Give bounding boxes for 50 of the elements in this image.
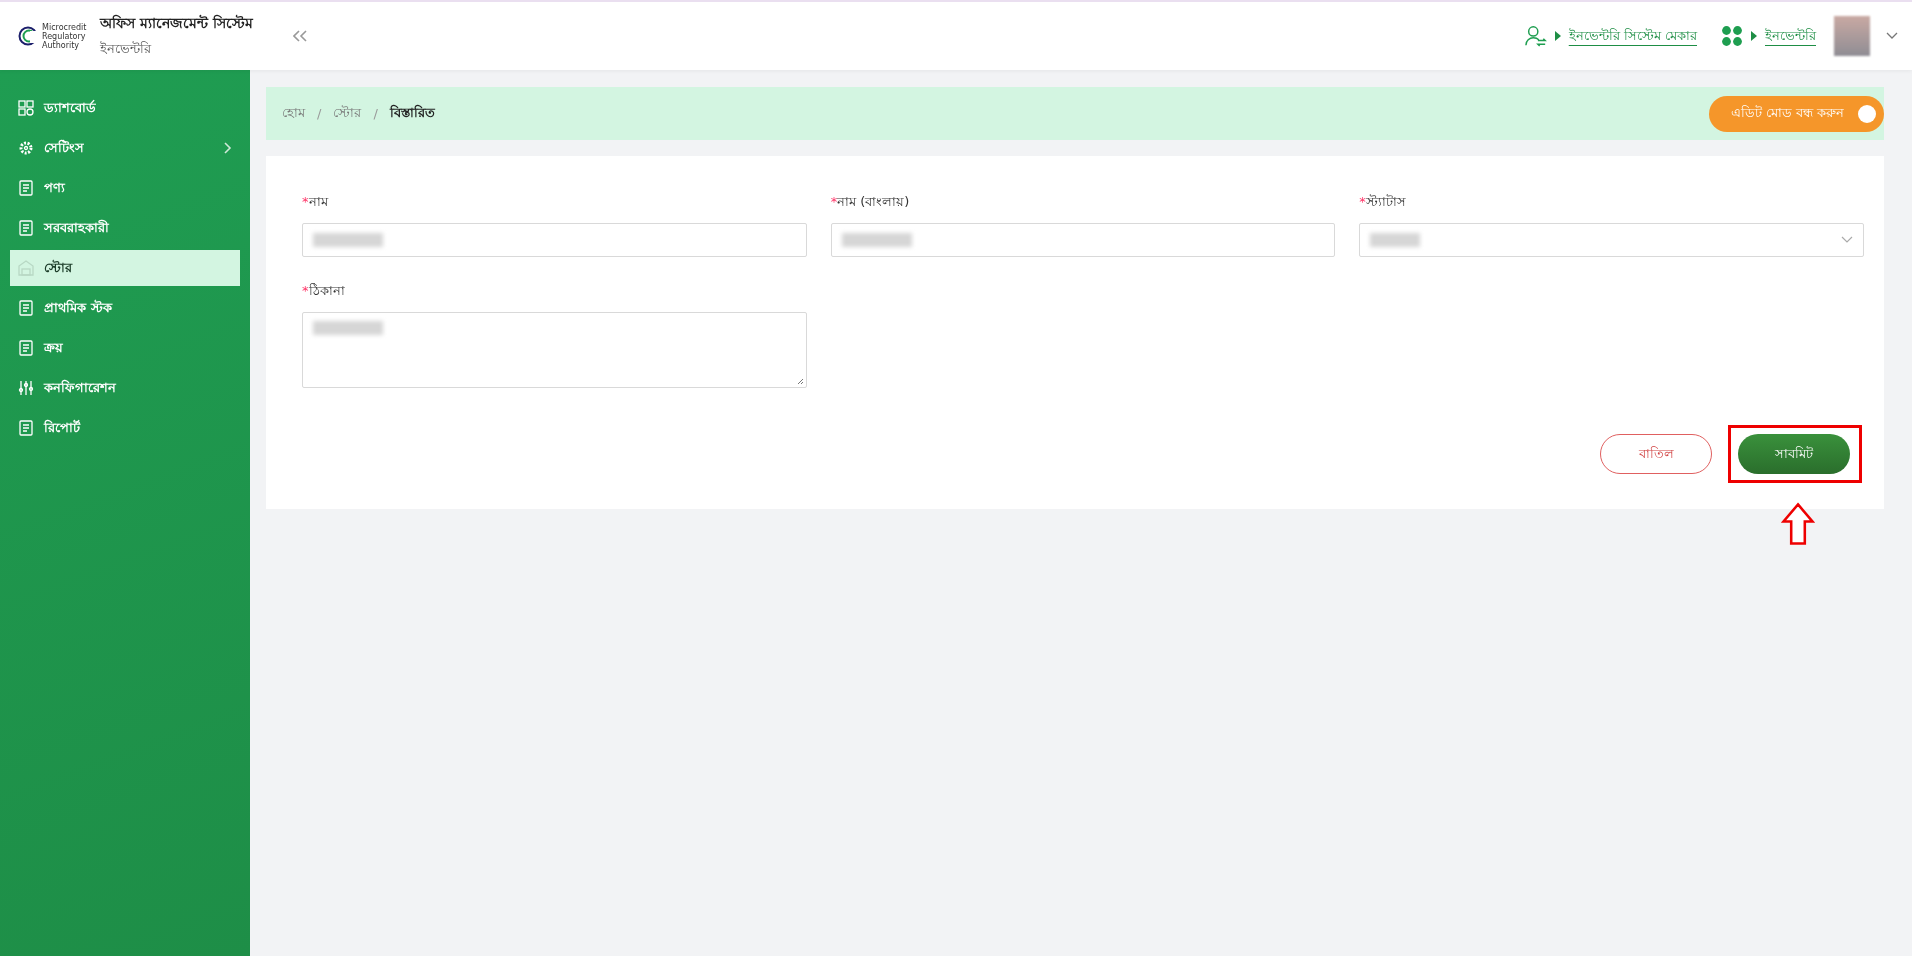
sidebar-item[interactable]: রিপোর্ট bbox=[10, 410, 240, 446]
sidebar-item[interactable]: সরবরাহকারী bbox=[10, 210, 240, 246]
app-title: অফিস ম্যানেজমেন্ট সিস্টেম bbox=[100, 13, 254, 33]
collapse-icon[interactable] bbox=[293, 30, 308, 42]
status-select[interactable] bbox=[1359, 223, 1864, 257]
sidebar-item[interactable]: কনফিগারেশন bbox=[10, 370, 240, 406]
blurred-value bbox=[313, 321, 383, 335]
role-link[interactable]: ইনভেন্টরি সিস্টেম মেকার bbox=[1568, 25, 1697, 47]
apps-icon[interactable] bbox=[1721, 25, 1743, 47]
chevron-down-icon bbox=[1841, 236, 1853, 244]
submit-button[interactable]: সাবমিট bbox=[1738, 434, 1850, 474]
module-link[interactable]: ইনভেন্টরি bbox=[1765, 25, 1816, 47]
sidebar-item[interactable]: সেটিংস bbox=[10, 130, 240, 166]
sidebar-item[interactable]: পণ্য bbox=[10, 170, 240, 206]
grid-icon bbox=[18, 100, 34, 116]
receipt-icon bbox=[18, 340, 34, 356]
avatar-placeholder[interactable] bbox=[1834, 16, 1870, 56]
chevron-down-icon[interactable] bbox=[1886, 32, 1898, 40]
warehouse-icon bbox=[18, 260, 34, 276]
logo-text: Microcredit Regulatory Authority bbox=[42, 22, 87, 50]
sidebar-item[interactable]: ড্যাশবোর্ড bbox=[10, 90, 240, 126]
resize-handle-icon[interactable] bbox=[795, 377, 804, 385]
breadcrumb-separator: / bbox=[373, 106, 378, 121]
text-input[interactable] bbox=[830, 223, 1336, 257]
blurred-value bbox=[1370, 233, 1421, 247]
gear-icon bbox=[18, 140, 34, 156]
cancel-button[interactable]: বাতিল bbox=[1600, 434, 1712, 474]
field-label: *ঠিকানা bbox=[302, 282, 346, 300]
field-label: *স্ট্যাটাস bbox=[1359, 193, 1407, 211]
field-label: *নাম (বাংলায়) bbox=[830, 193, 911, 211]
app-subtitle: ইনভেন্টরি bbox=[100, 40, 153, 58]
current-page-label: বিস্তারিত bbox=[389, 103, 435, 122]
edit-mode-toggle[interactable]: এডিট মোড বন্ধ করুন bbox=[1708, 95, 1884, 132]
blurred-value bbox=[313, 233, 383, 247]
blurred-value bbox=[841, 233, 912, 247]
user-switch-icon[interactable] bbox=[1524, 25, 1547, 47]
sidebar-item[interactable]: স্টোর bbox=[10, 250, 240, 286]
breadcrumb-link[interactable]: স্টোর bbox=[333, 103, 362, 124]
caret-icon bbox=[1751, 31, 1757, 41]
breadcrumb-separator: / bbox=[317, 106, 322, 121]
clipboard-icon bbox=[18, 300, 34, 316]
chevron-right-icon bbox=[224, 142, 232, 154]
breadcrumb-link[interactable]: হোম bbox=[282, 103, 305, 124]
field-label: *নাম bbox=[302, 193, 330, 211]
document-icon bbox=[18, 420, 34, 436]
text-input[interactable] bbox=[302, 223, 807, 257]
caret-icon bbox=[1554, 31, 1561, 41]
sidebar-item[interactable]: ক্রয় bbox=[10, 330, 240, 366]
sidebar-item[interactable]: প্রাথমিক স্টক bbox=[10, 290, 240, 326]
sliders-icon bbox=[18, 380, 34, 396]
